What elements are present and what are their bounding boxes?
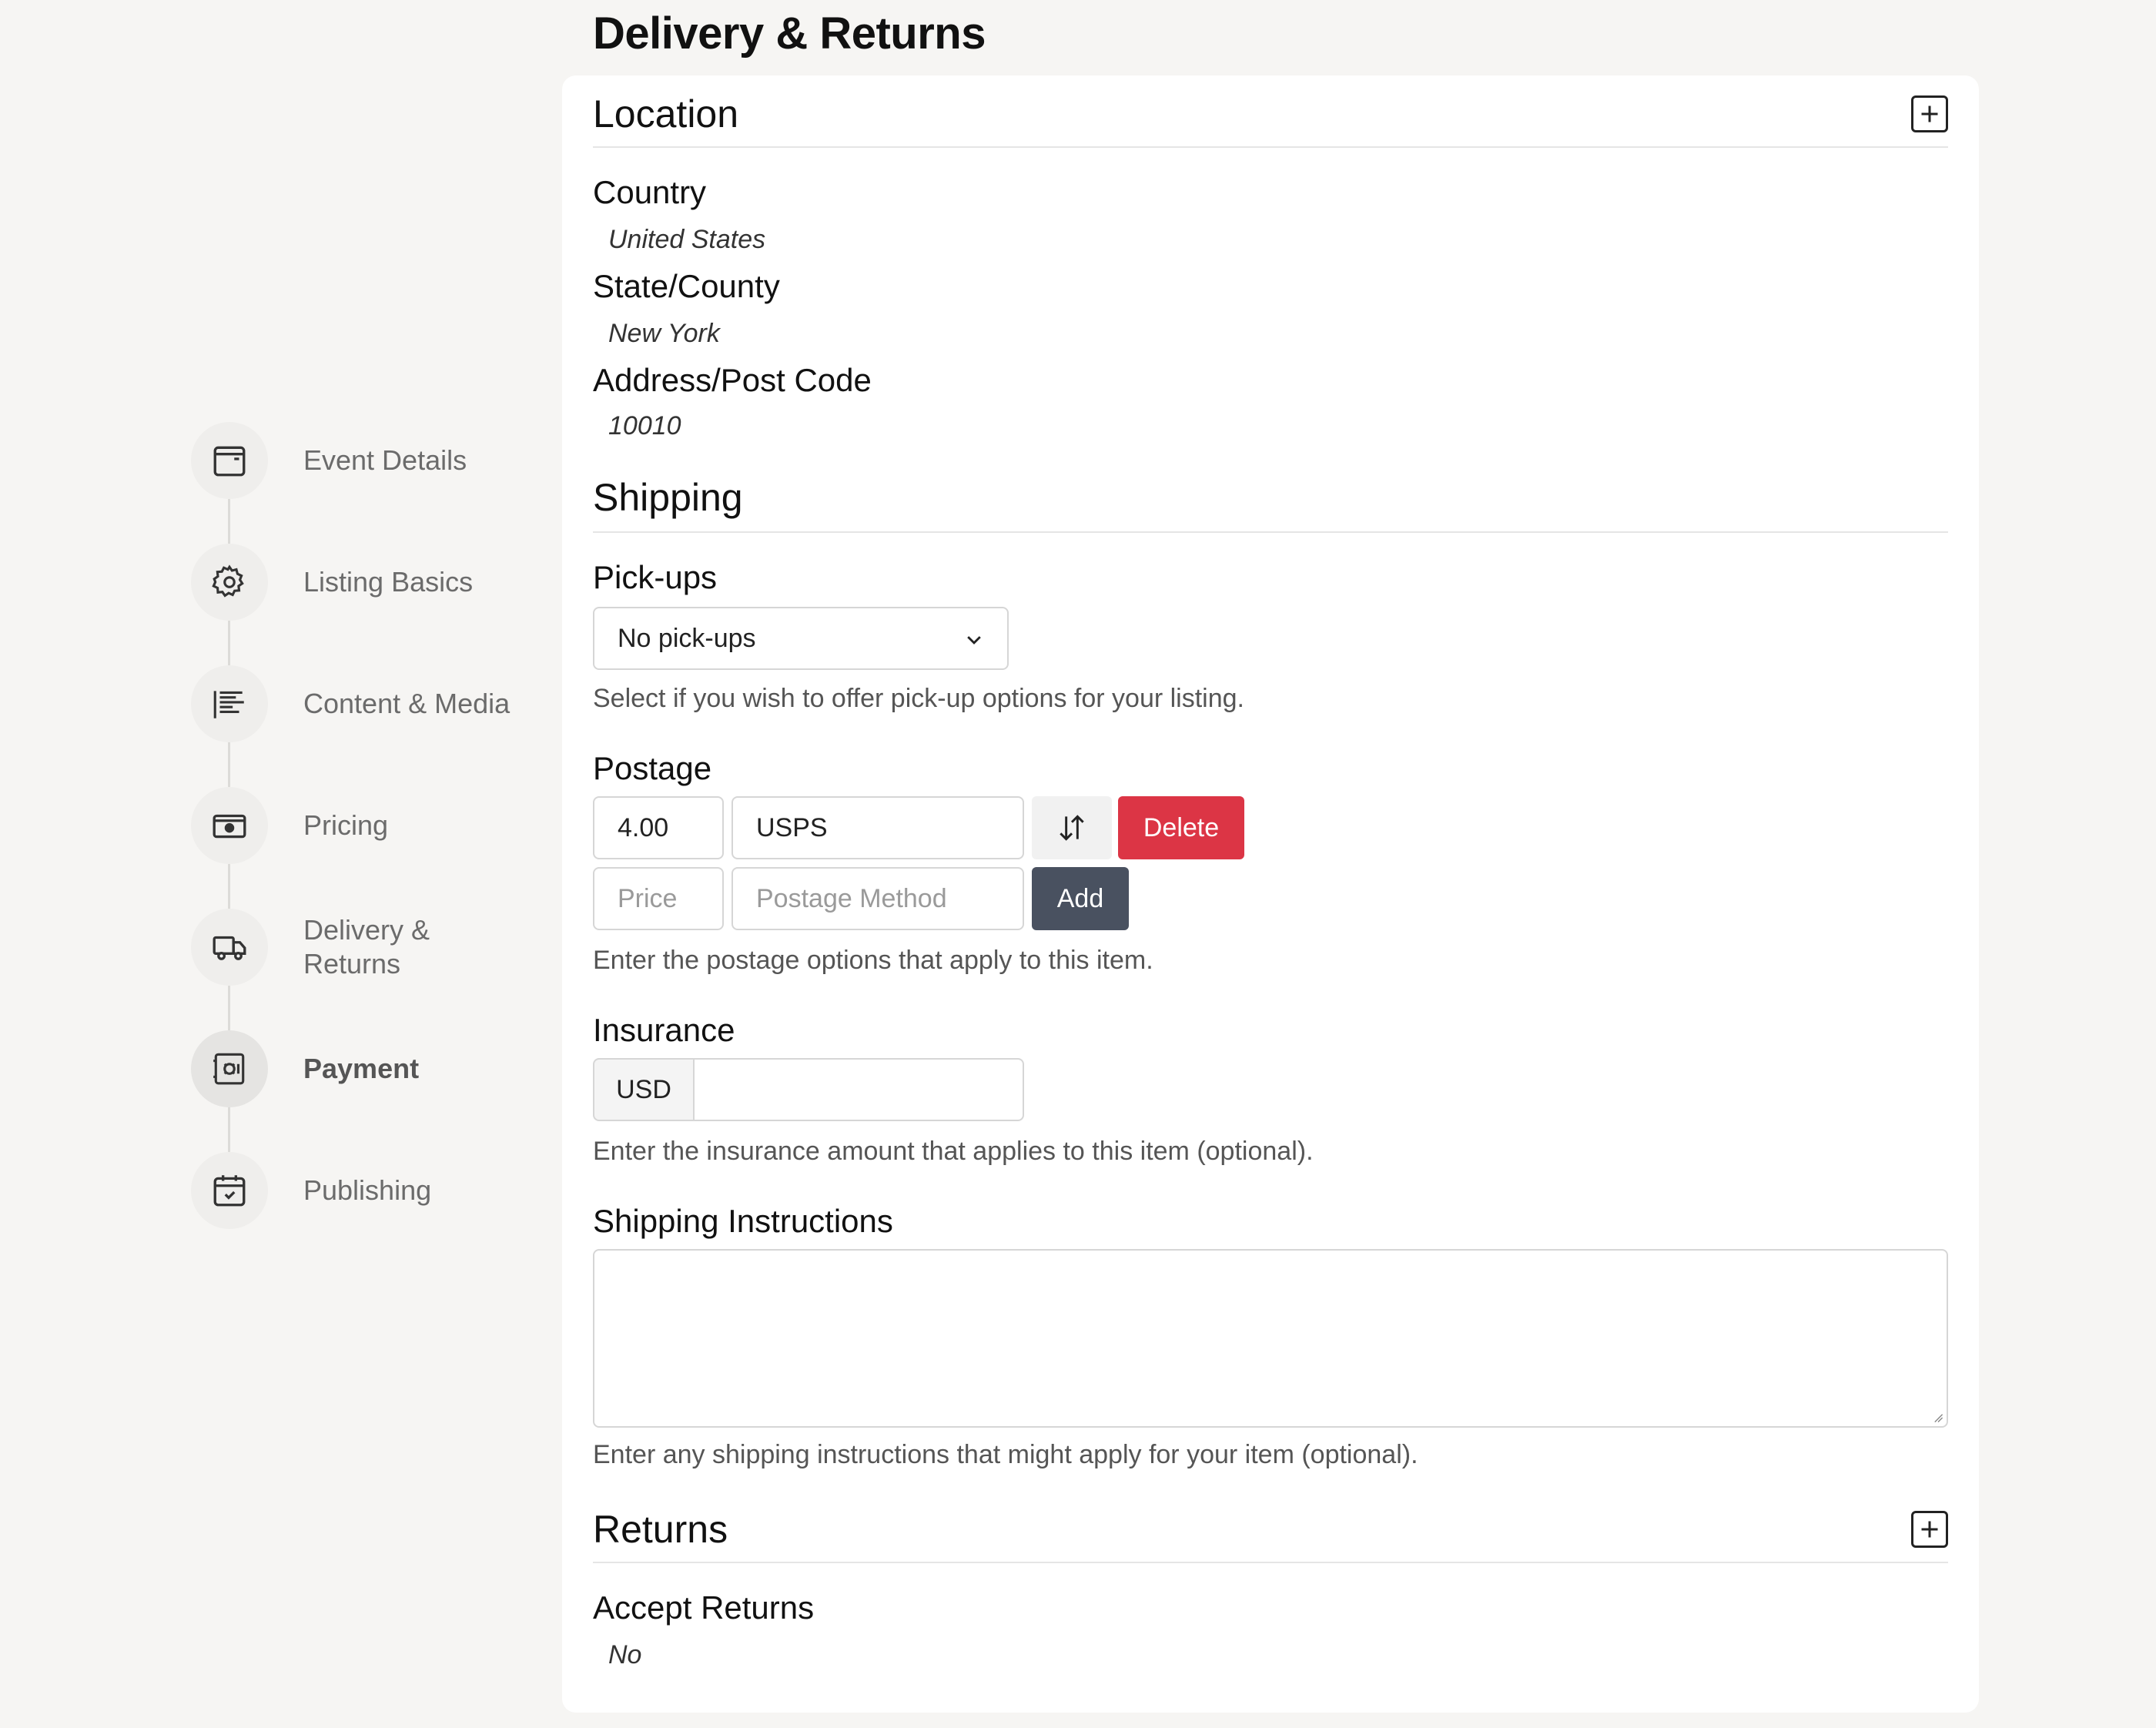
step-label: Publishing <box>303 1174 432 1206</box>
step-connector <box>228 864 230 909</box>
step-publishing[interactable]: Publishing <box>191 1152 545 1274</box>
step-content-media[interactable]: Content & Media <box>191 665 545 787</box>
state-value: New York <box>608 319 720 348</box>
returns-section-header: Returns <box>593 1491 1948 1563</box>
step-connector <box>228 499 230 544</box>
shipping-section-header: Shipping <box>593 460 1948 533</box>
plus-icon <box>1921 1521 1938 1538</box>
sort-arrows-icon <box>1060 815 1084 841</box>
step-pricing[interactable]: Pricing <box>191 787 545 909</box>
accept-returns-label: Accept Returns <box>593 1589 815 1626</box>
step-label: Delivery & Returns <box>303 914 430 980</box>
location-expand-button[interactable] <box>1911 95 1948 132</box>
step-label: Pricing <box>303 809 389 841</box>
location-title: Location <box>593 92 739 136</box>
accept-returns-value: No <box>608 1640 642 1669</box>
step-event-details[interactable]: Event Details <box>191 422 545 544</box>
insurance-amount-input[interactable] <box>693 1058 1024 1121</box>
insurance-label: Insurance <box>593 1012 735 1048</box>
returns-expand-button[interactable] <box>1911 1511 1948 1548</box>
step-connector <box>228 986 230 1030</box>
calendar-check-icon <box>191 1152 268 1229</box>
plus-icon <box>1921 105 1938 122</box>
step-label: Content & Media <box>303 688 511 719</box>
new-postage-method-input[interactable]: Postage Method <box>732 867 1024 930</box>
country-label: Country <box>593 174 707 210</box>
safe-icon <box>191 1030 268 1107</box>
gear-icon <box>191 544 268 621</box>
address-label: Address/Post Code <box>593 362 872 398</box>
step-label: Payment <box>303 1053 420 1084</box>
pickups-select[interactable]: No pick-ups <box>593 607 1009 670</box>
add-postage-button[interactable]: Add <box>1032 867 1129 930</box>
shipping-instructions-help: Enter any shipping instructions that mig… <box>593 1440 1418 1469</box>
delete-postage-button[interactable]: Delete <box>1118 796 1244 859</box>
insurance-help: Enter the insurance amount that applies … <box>593 1137 1314 1166</box>
step-listing-basics[interactable]: Listing Basics <box>191 544 545 665</box>
step-label: Listing Basics <box>303 566 474 598</box>
insurance-currency-addon: USD <box>593 1058 695 1121</box>
postage-method-input[interactable]: USPS <box>732 796 1024 859</box>
page-title: Delivery & Returns <box>593 8 986 59</box>
postage-help: Enter the postage options that apply to … <box>593 946 1153 975</box>
shipping-instructions-textarea[interactable] <box>593 1249 1948 1428</box>
state-label: State/County <box>593 268 780 304</box>
returns-title: Returns <box>593 1508 728 1551</box>
text-lines-icon <box>191 665 268 742</box>
postage-label: Postage <box>593 750 712 786</box>
main-card: Location Country United States State/Cou… <box>562 75 1979 1713</box>
pickups-help: Select if you wish to offer pick-up opti… <box>593 684 1244 713</box>
shipping-title: Shipping <box>593 476 743 519</box>
step-payment[interactable]: Payment <box>191 1030 545 1152</box>
postage-price-input[interactable]: 4.00 <box>593 796 724 859</box>
pickups-label: Pick-ups <box>593 559 718 595</box>
chevron-down-icon <box>967 636 981 645</box>
address-value: 10010 <box>608 411 681 440</box>
step-connector <box>228 1107 230 1152</box>
new-postage-price-input[interactable]: Price <box>593 867 724 930</box>
step-connector <box>228 742 230 787</box>
shipping-instructions-label: Shipping Instructions <box>593 1203 893 1239</box>
country-value: United States <box>608 225 766 254</box>
step-label: Event Details <box>303 444 467 476</box>
step-connector <box>228 621 230 665</box>
truck-icon <box>191 909 268 986</box>
location-section-header: Location <box>593 75 1948 148</box>
progress-stepper: Event Details Listing Basics Content & M… <box>191 422 545 1274</box>
step-delivery-returns[interactable]: Delivery & Returns <box>191 909 545 1030</box>
reorder-button[interactable] <box>1032 796 1112 859</box>
calendar-window-icon <box>191 422 268 499</box>
pickups-selected-value: No pick-ups <box>618 624 756 653</box>
resize-grip-icon[interactable] <box>1933 1412 1943 1423</box>
cash-icon <box>191 787 268 864</box>
